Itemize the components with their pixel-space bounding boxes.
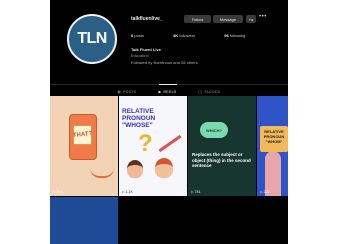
view-count: ▷ 741 (191, 190, 201, 194)
tag-icon: ◫ (198, 90, 203, 94)
posts-stat: 6 posts (131, 33, 158, 38)
followers-stat[interactable]: 4K followers (173, 33, 209, 38)
tab-tagged[interactable]: ◫ TAGGED (199, 85, 221, 96)
more-icon[interactable]: ••• (259, 14, 267, 20)
following-count: 96 (224, 33, 229, 38)
speech-bubble: WHICH? (200, 122, 228, 138)
reel-tile[interactable]: RELATIVE PRONOUN "WHOM" ▷ 222 (257, 96, 288, 196)
profile-stats: 6 posts 4K followers 96 following (131, 33, 273, 38)
grid-icon: ▦ (117, 90, 122, 94)
view-count: ▷ 546 (53, 190, 63, 194)
followers-count: 4K (173, 33, 179, 38)
posts-label: posts (134, 33, 144, 38)
following-label: following (229, 33, 246, 38)
reel-title: RELATIVE PRONOUN "WHOSE" (122, 108, 156, 129)
reel-tile[interactable] (50, 197, 118, 244)
view-count-value: 741 (194, 190, 201, 194)
tab-tagged-label: TAGGED (204, 90, 221, 94)
message-button[interactable]: Message (213, 15, 243, 23)
tab-posts-label: POSTS (123, 90, 137, 94)
profile-tabs: ▦ POSTS ▶ REELS ◫ TAGGED (50, 84, 288, 96)
tab-reels[interactable]: ▶ REELS (158, 84, 177, 96)
view-count: ▷ 1.1K (122, 190, 133, 194)
view-count-value: 1.1K (125, 190, 133, 194)
following-stat[interactable]: 96 following (224, 33, 259, 38)
view-count-value: 546 (56, 190, 63, 194)
reel-tile[interactable]: WHICH? Replaces the subject or object (t… (188, 96, 256, 196)
reel-title: RELATIVE PRONOUN "WHOM" (260, 126, 288, 152)
tab-posts[interactable]: ▦ POSTS (118, 85, 137, 96)
followed-by-text[interactable]: Followed by fluentnoun and 28 others (131, 60, 198, 65)
decorative-squiggle (90, 168, 114, 178)
phone-illustration: THAT? (69, 114, 97, 160)
bubble-text: WHICH? (206, 127, 222, 133)
profile-page: TLN talkfluenlive_ Follow Message +a •••… (50, 0, 288, 244)
bio-name: Talk Fluent Live (131, 47, 161, 52)
question-mark-icon: ? (138, 130, 153, 157)
profile-username: talkfluenlive_ (131, 16, 163, 22)
suggest-button[interactable]: +a (246, 15, 256, 23)
avatar-logo-text: TLN (77, 30, 107, 47)
reel-tile[interactable]: RELATIVE PRONOUN "WHOSE" ? ▷ 1.1K (119, 96, 187, 196)
view-count-value: 222 (263, 190, 270, 194)
bio-category: Education (131, 53, 149, 58)
tab-reels-label: REELS (163, 90, 177, 94)
person-illustration (155, 158, 173, 178)
person-illustration (127, 160, 143, 178)
view-count: ▷ 222 (260, 190, 270, 194)
reel-caption: Replaces the subject or object (thing) i… (192, 152, 251, 168)
avatar[interactable]: TLN (67, 14, 117, 64)
follow-button[interactable]: Follow (184, 15, 211, 23)
reel-caption: THAT? (72, 131, 93, 139)
phone-screen: THAT? (73, 125, 92, 145)
pencil-icon (158, 134, 182, 153)
posts-count: 6 (131, 33, 134, 38)
followers-label: followers (179, 33, 196, 38)
reels-icon: ▶ (158, 90, 162, 94)
reel-tile[interactable]: THAT? ▷ 546 (50, 96, 118, 196)
